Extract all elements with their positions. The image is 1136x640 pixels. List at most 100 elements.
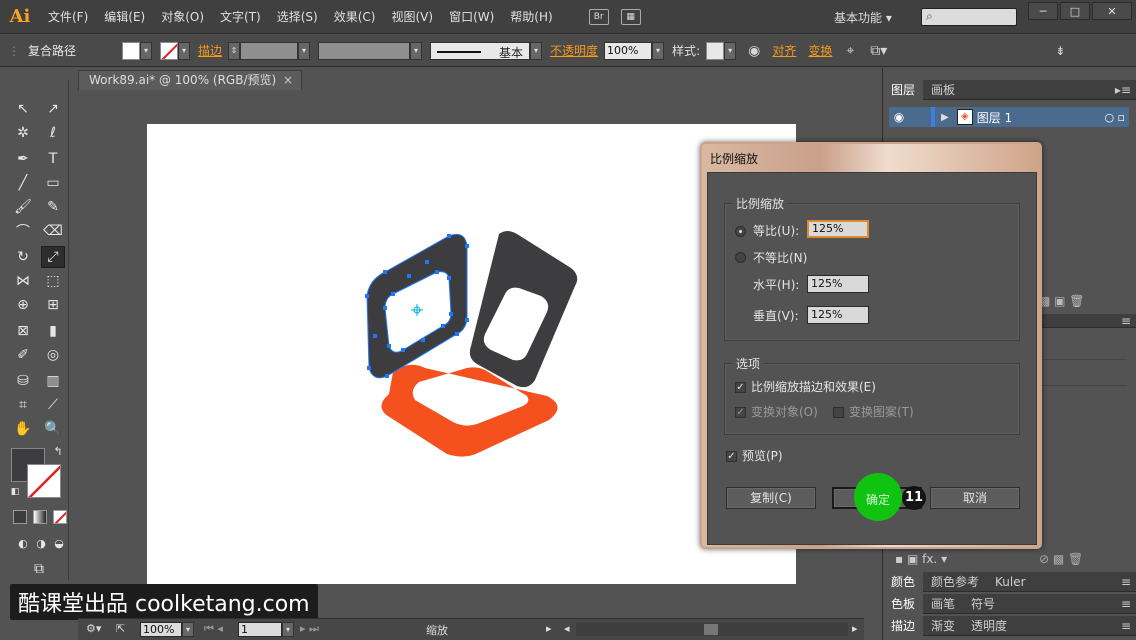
tab-stroke[interactable]: 描边 xyxy=(883,615,924,636)
rotate-tool-icon[interactable]: ↻ xyxy=(11,246,35,268)
arrange-documents-icon[interactable]: ▦ xyxy=(620,8,641,25)
stroke-weight-stepper[interactable]: ⇕ xyxy=(228,41,241,60)
panel-menu-icon[interactable]: ≡ xyxy=(1121,572,1131,592)
column-graph-tool-icon[interactable]: ▥ xyxy=(41,370,65,392)
rectangle-tool-icon[interactable]: ▭ xyxy=(41,172,65,194)
variable-width-profile[interactable] xyxy=(318,41,411,60)
last-artboard-icon[interactable]: ▸ ⏭ xyxy=(300,622,319,636)
stroke-label[interactable]: 描边 xyxy=(198,42,222,59)
paintbrush-tool-icon[interactable]: 🖌 xyxy=(11,196,35,218)
export-icon[interactable]: ⇱ xyxy=(116,622,125,635)
scrollbar-thumb[interactable] xyxy=(704,624,718,635)
direct-selection-tool-icon[interactable]: ↗ xyxy=(41,98,65,120)
menu-file[interactable]: 文件(F) xyxy=(40,0,96,34)
free-transform-tool-icon[interactable]: ⬚ xyxy=(41,270,65,292)
tab-artboards[interactable]: 画板 xyxy=(923,80,963,100)
target-icon[interactable]: ○ ▫ xyxy=(1104,111,1125,124)
selection-tool-icon[interactable]: ↖ xyxy=(11,98,35,120)
tab-color[interactable]: 颜色 xyxy=(883,571,924,592)
status-menu-icon[interactable]: ▸ xyxy=(546,622,552,635)
tab-symbols[interactable]: 符号 xyxy=(963,594,1003,614)
maximize-button[interactable]: □ xyxy=(1060,2,1090,20)
zoom-tool-icon[interactable]: 🔍 xyxy=(41,418,65,440)
panel-menu-icon[interactable]: ⇟ xyxy=(1055,44,1065,58)
tab-transparency[interactable]: 透明度 xyxy=(963,616,1015,636)
lasso-tool-icon[interactable]: ℓ xyxy=(41,122,65,144)
fill-dropdown[interactable]: ▾ xyxy=(140,41,153,60)
first-artboard-icon[interactable]: ⏮ ◂ xyxy=(204,622,223,636)
pencil-tool-icon[interactable]: ✎ xyxy=(41,196,65,218)
stroke-weight-input[interactable] xyxy=(240,41,299,60)
gpu-icon[interactable]: ⚙▾ xyxy=(86,622,101,635)
cancel-button[interactable]: 取消 xyxy=(930,487,1020,509)
stroke-weight-dropdown[interactable]: ▾ xyxy=(298,41,311,60)
appearance-delete-buttons[interactable]: ⊘ ▩ 🗑 xyxy=(1039,552,1083,566)
brush-dropdown[interactable]: ▾ xyxy=(530,41,543,60)
close-document-icon[interactable]: × xyxy=(283,71,293,90)
none-mode-icon[interactable] xyxy=(53,510,67,524)
tab-color-guide[interactable]: 颜色参考 xyxy=(923,572,987,592)
transform-origin-icon[interactable] xyxy=(411,304,423,316)
horizontal-scale-input[interactable]: 125% xyxy=(807,275,869,293)
menu-type[interactable]: 文字(T) xyxy=(212,0,269,34)
screen-mode-icon[interactable]: ⧉ xyxy=(27,558,51,580)
mesh-tool-icon[interactable]: ⊠ xyxy=(11,320,35,342)
layer-name[interactable]: 图层 1 xyxy=(977,109,1012,126)
zoom-input[interactable]: 100% xyxy=(140,622,182,637)
recolor-artwork-icon[interactable]: ◉ xyxy=(748,43,760,59)
uniform-scale-input[interactable]: 125% xyxy=(807,220,869,238)
minimize-button[interactable]: ─ xyxy=(1028,2,1058,20)
gradient-tool-icon[interactable]: ▮ xyxy=(41,320,65,342)
perspective-grid-tool-icon[interactable]: ⊞ xyxy=(41,294,65,316)
scroll-left-icon[interactable]: ◂ xyxy=(564,622,570,635)
vertical-scale-input[interactable]: 125% xyxy=(807,306,869,324)
swap-fill-stroke-icon[interactable]: ↰ xyxy=(51,444,65,458)
stroke-color-box[interactable] xyxy=(27,464,61,498)
copy-button[interactable]: 复制(C) xyxy=(726,487,816,509)
artboard-tool-icon[interactable]: ⌗ xyxy=(11,394,35,416)
layer-panel-buttons[interactable]: ▩ ▣ 🗑 xyxy=(1039,294,1085,308)
menu-help[interactable]: 帮助(H) xyxy=(502,0,560,34)
type-tool-icon[interactable]: T xyxy=(41,148,65,170)
line-tool-icon[interactable]: ╱ xyxy=(11,172,35,194)
document-tab[interactable]: Work89.ai* @ 100% (RGB/预览) × xyxy=(78,70,302,90)
pen-tool-icon[interactable]: ✒ xyxy=(11,148,35,170)
draw-inside-icon[interactable]: ◒ xyxy=(47,532,71,554)
horizontal-scrollbar[interactable] xyxy=(576,623,848,636)
stroke-dropdown[interactable]: ▾ xyxy=(178,41,191,60)
panel-menu-icon[interactable]: ▸≡ xyxy=(1115,80,1131,100)
preview-checkbox[interactable]: ✓ xyxy=(726,451,737,462)
blend-tool-icon[interactable]: ◎ xyxy=(41,344,65,366)
eyedropper-tool-icon[interactable]: ✐ xyxy=(11,344,35,366)
graphic-style-swatch[interactable] xyxy=(706,41,725,60)
panel-menu-icon[interactable]: ≡ xyxy=(1121,616,1131,636)
scroll-right-icon[interactable]: ▸ xyxy=(852,622,858,635)
magic-wand-tool-icon[interactable]: ✲ xyxy=(11,122,35,144)
eraser-tool-icon[interactable]: ⌫ xyxy=(41,220,65,242)
variable-width-dropdown[interactable]: ▾ xyxy=(410,41,423,60)
visibility-eye-icon[interactable]: ◉ xyxy=(889,110,909,124)
brush-definition[interactable]: 基本 xyxy=(430,41,531,60)
tab-kuler[interactable]: Kuler xyxy=(987,572,1034,592)
slice-tool-icon[interactable]: ⟋ xyxy=(41,394,65,416)
panel-menu-icon[interactable]: ≡ xyxy=(1121,314,1131,328)
non-uniform-radio[interactable] xyxy=(735,252,746,263)
symbol-sprayer-tool-icon[interactable]: ⛁ xyxy=(11,370,35,392)
menu-object[interactable]: 对象(O) xyxy=(153,0,212,34)
tab-layers[interactable]: 图层 xyxy=(883,79,924,100)
menu-edit[interactable]: 编辑(E) xyxy=(96,0,153,34)
blob-brush-tool-icon[interactable]: ⌒ xyxy=(11,220,35,242)
hand-tool-icon[interactable]: ✋ xyxy=(11,418,35,440)
stroke-swatch[interactable] xyxy=(160,41,179,60)
tab-brushes[interactable]: 画笔 xyxy=(923,594,963,614)
workspace-switcher[interactable]: 基本功能 ▾ xyxy=(834,9,892,26)
layer-row[interactable]: ◉ ▶ ◈ 图层 1 ○ ▫ xyxy=(889,107,1129,127)
default-colors-icon[interactable]: ◧ xyxy=(9,486,21,498)
bridge-button[interactable]: Br xyxy=(588,8,609,25)
transform-patterns-checkbox[interactable] xyxy=(833,407,844,418)
gradient-mode-icon[interactable] xyxy=(33,510,47,524)
envelope-icon[interactable]: ⧉▾ xyxy=(870,43,887,59)
close-button[interactable]: ✕ xyxy=(1092,2,1132,20)
fill-swatch[interactable] xyxy=(122,41,141,60)
tab-gradient[interactable]: 渐变 xyxy=(923,616,963,636)
